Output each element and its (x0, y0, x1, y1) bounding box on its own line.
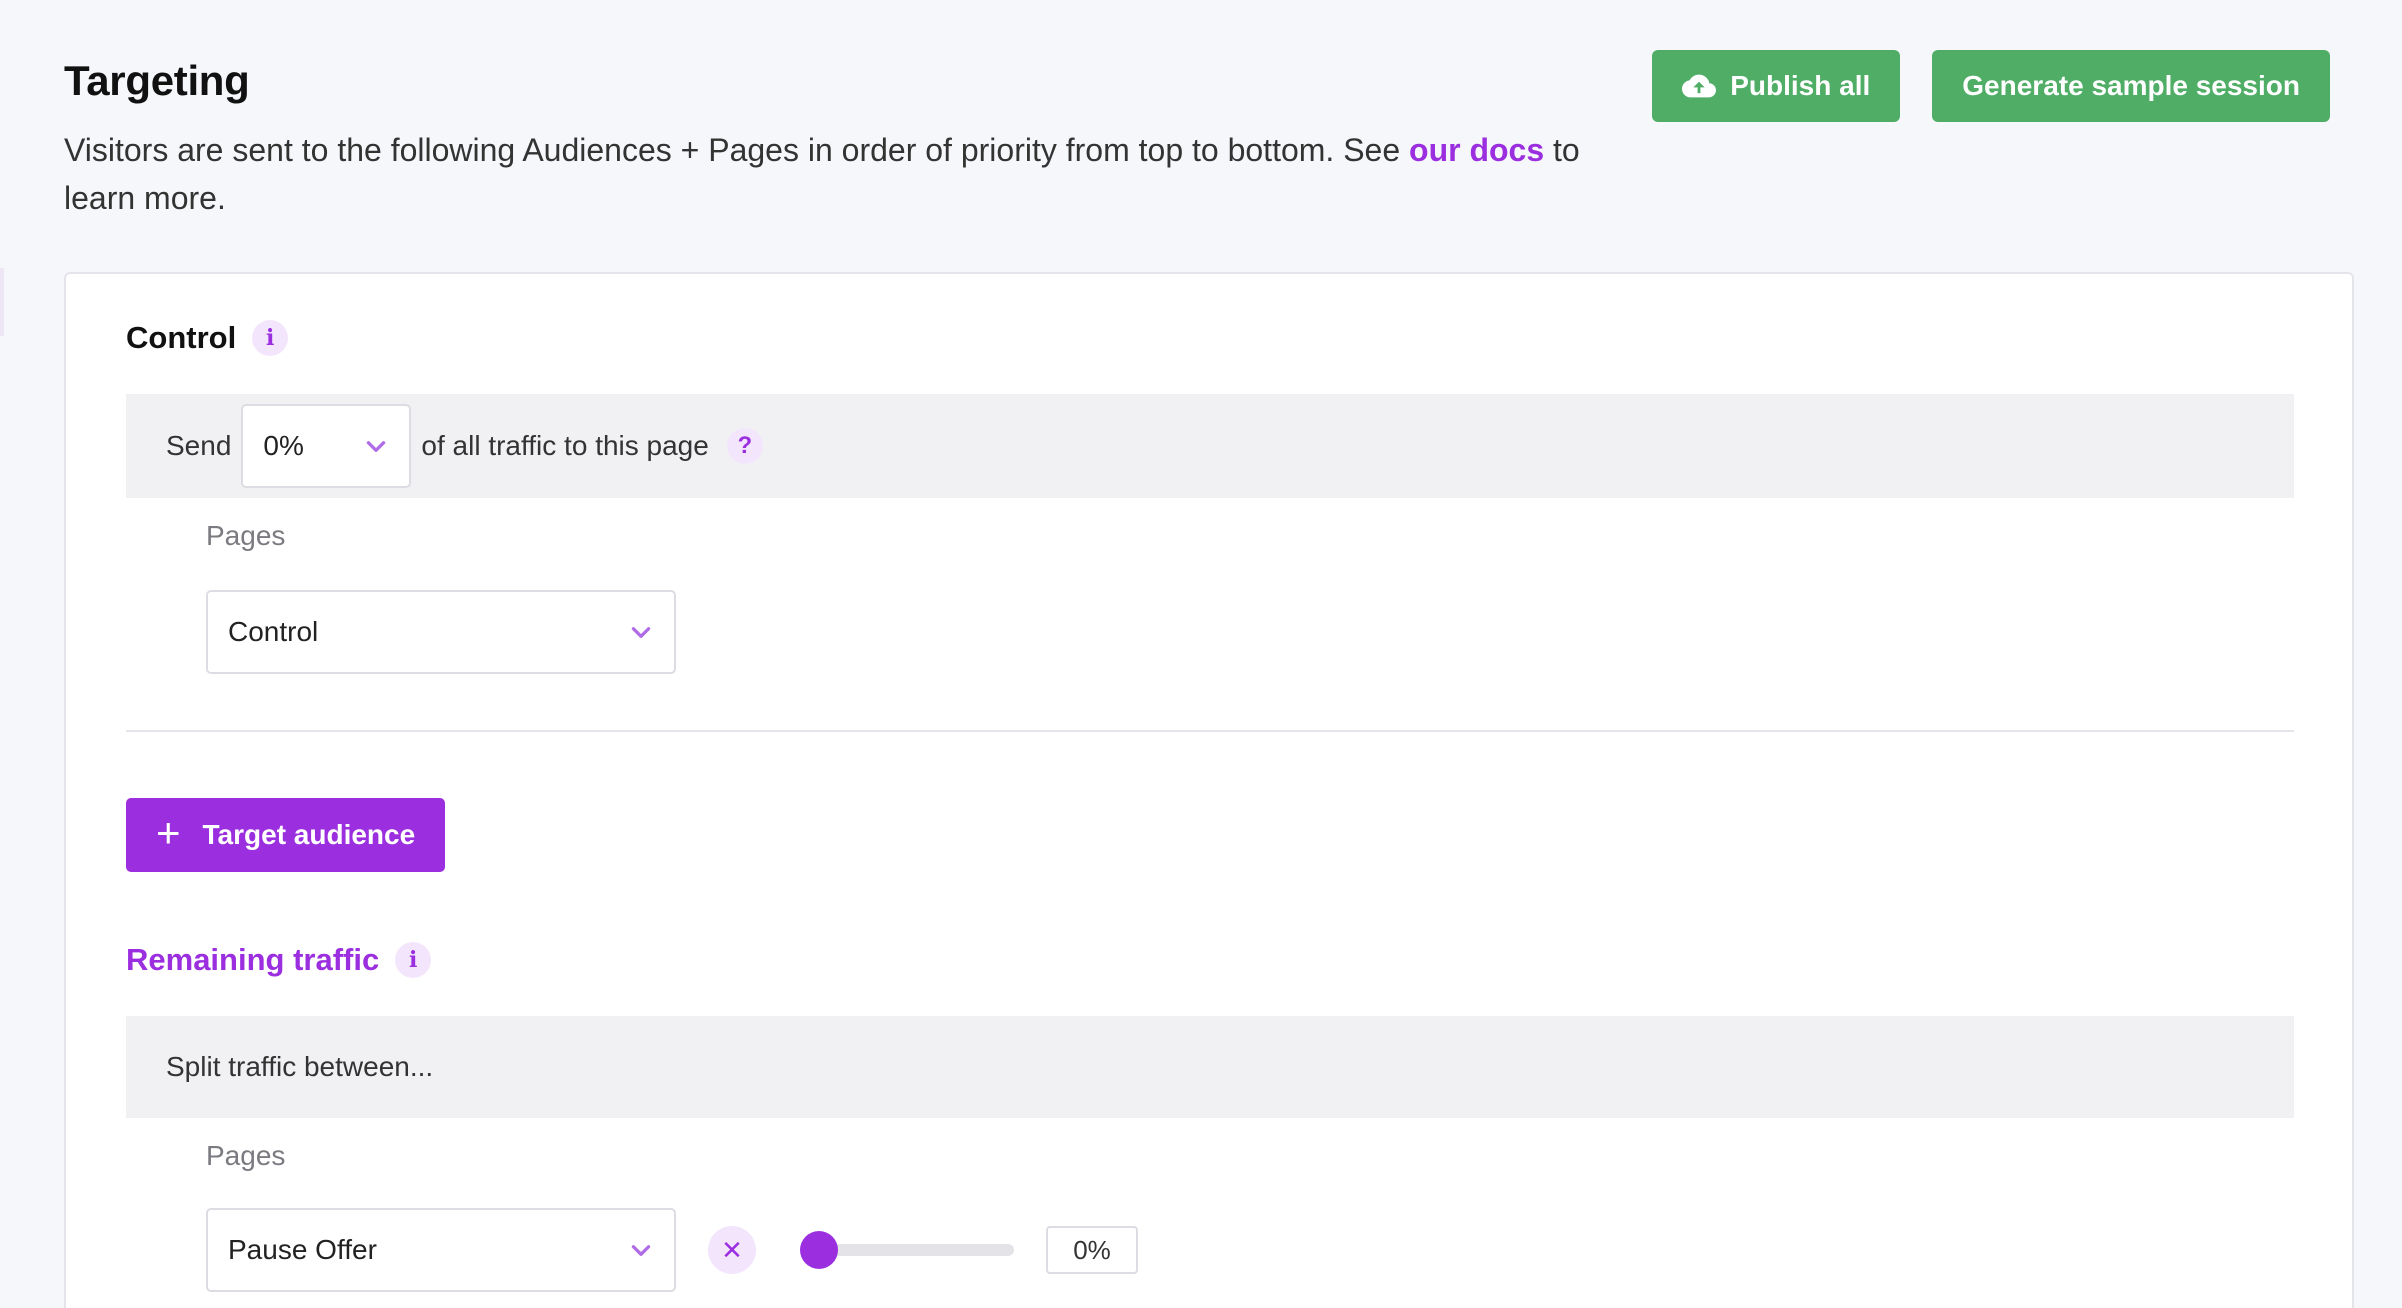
description-text: Visitors are sent to the following Audie… (64, 132, 1410, 168)
page-percent-value: 0% (1073, 1234, 1111, 1265)
control-title: Control (126, 320, 237, 355)
chevron-down-icon (631, 1245, 651, 1256)
publish-all-label: Publish all (1730, 70, 1871, 101)
control-page-value: Control (228, 616, 319, 647)
publish-all-button[interactable]: Publish all (1652, 50, 1901, 122)
traffic-slider-thumb[interactable] (800, 1231, 838, 1269)
page-description: Visitors are sent to the following Audie… (64, 126, 1644, 222)
cloud-upload-icon (1682, 74, 1717, 98)
info-icon[interactable]: i (395, 942, 432, 978)
docs-link[interactable]: our docs (1409, 132, 1544, 168)
page-select[interactable]: Pause Offer (206, 1208, 676, 1292)
traffic-percent-value: 0% (263, 430, 304, 461)
control-section-title: Control i (126, 320, 289, 356)
left-accent-bar (0, 268, 4, 336)
remove-page-button[interactable]: ✕ (708, 1226, 756, 1274)
send-prefix: Send (166, 430, 232, 461)
remaining-traffic-title: Remaining traffic i (126, 942, 432, 978)
page-select-value: Pause Offer (228, 1234, 377, 1265)
target-audience-button[interactable]: + Target audience (126, 798, 446, 872)
generate-sample-session-button[interactable]: Generate sample session (1932, 50, 2330, 122)
control-traffic-bar: Send 0% of all traffic to this page ? (126, 394, 2294, 498)
control-pages-label: Pages (206, 520, 286, 551)
close-icon: ✕ (721, 1234, 743, 1265)
send-suffix: of all traffic to this page (421, 430, 709, 461)
traffic-percent-select[interactable]: 0% (241, 404, 412, 488)
info-icon[interactable]: i (252, 320, 289, 356)
chevron-down-icon (367, 441, 386, 452)
page-title: Targeting (64, 57, 250, 104)
target-audience-label: Target audience (202, 819, 416, 850)
targeting-card: Control i Send 0% of all traffic to this… (64, 272, 2354, 1308)
plus-icon: + (156, 809, 181, 856)
generate-sample-session-label: Generate sample session (1962, 70, 2300, 101)
control-page-select[interactable]: Control (206, 590, 676, 674)
section-divider (126, 730, 2294, 732)
page-percent-input[interactable]: 0% (1046, 1226, 1138, 1274)
remaining-pages-label: Pages (206, 1140, 286, 1171)
header-actions: Publish all Generate sample session (1652, 50, 2330, 122)
chevron-down-icon (631, 627, 651, 638)
split-traffic-bar: Split traffic between... (126, 1016, 2294, 1118)
help-icon[interactable]: ? (726, 428, 763, 464)
split-traffic-text: Split traffic between... (166, 1051, 434, 1082)
page-header: Targeting Visitors are sent to the follo… (64, 54, 1644, 222)
remaining-title: Remaining traffic (126, 942, 380, 977)
